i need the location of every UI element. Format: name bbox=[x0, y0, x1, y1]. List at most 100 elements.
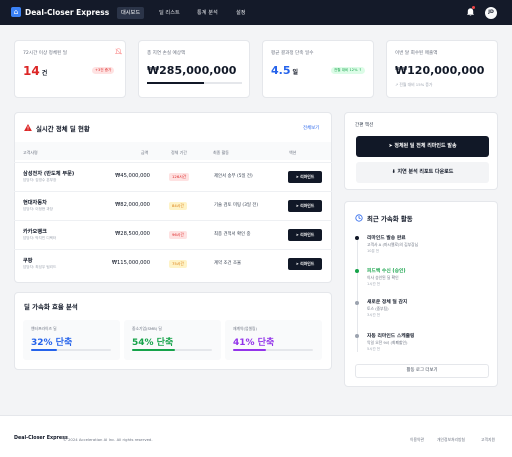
stall-badge: 96시간 bbox=[169, 231, 187, 239]
kpi-value: ₩285,000,000 bbox=[147, 64, 237, 77]
col-header-amount: 금액 bbox=[141, 150, 149, 155]
kpi-badge: 전월 대비 12% ↑ bbox=[331, 67, 365, 74]
last-activity: 계약 조건 조율 bbox=[214, 261, 242, 266]
footer-link-support[interactable]: 고객지원 bbox=[481, 437, 495, 443]
footer-link-terms[interactable]: 이용약관 bbox=[410, 437, 424, 443]
kpi-label: 평균 결과정 단축 일수 bbox=[271, 51, 314, 56]
table-row: 삼성전자 (반도체 부문) 담당자: 김영수 본부장 ₩45,000,000 1… bbox=[14, 162, 332, 190]
efficiency-value: 54% 단축 bbox=[132, 338, 174, 348]
activity-item-desc: 이사 승인된 딜 확인 bbox=[367, 275, 399, 280]
activity-item-time: 3시간 전 bbox=[367, 313, 380, 317]
warning-icon bbox=[24, 124, 32, 131]
activity-more-button[interactable]: 활동 로그 더보기 bbox=[355, 364, 489, 378]
table-row: 카카오뱅크 담당자: 박지민 디렉터 ₩28,500,000 96시간 최종 견… bbox=[14, 220, 332, 248]
kpi-card-stalled: 72시간 이상 정체된 딜 14 건 +3건 증가 bbox=[14, 40, 126, 98]
customer-contact: 담당자: 최성우 팀리드 bbox=[23, 265, 57, 269]
remind-button[interactable]: ➤ 리마인드 bbox=[288, 229, 322, 241]
activity-title: 최근 가속화 활동 bbox=[367, 215, 413, 223]
top-nav: ⌂ Deal-Closer Express 대시보드 딜 리스트 통계 분석 설… bbox=[0, 0, 512, 25]
tab-analytics[interactable]: 통계 분석 bbox=[193, 7, 222, 19]
efficiency-track bbox=[132, 349, 212, 351]
customer-name: 카카오뱅크 bbox=[23, 229, 47, 235]
table-row: 현대자동차 담당자: 이정현 과장 ₩82,000,000 84시간 기술 검토… bbox=[14, 191, 332, 219]
col-header-stall: 정체 기간 bbox=[171, 150, 187, 155]
kpi-trend: ↗ 전월 대비 15% 증가 bbox=[395, 82, 433, 87]
efficiency-track bbox=[233, 349, 313, 351]
remind-button[interactable]: ➤ 리마인드 bbox=[288, 200, 322, 212]
kpi-progress-fill bbox=[147, 82, 204, 84]
stall-badge: 75시간 bbox=[169, 260, 187, 268]
recent-activity-card: 최근 가속화 활동 bbox=[344, 201, 498, 387]
kpi-card-days: 평균 결과정 단축 일수 4.5 일 전월 대비 12% ↑ bbox=[262, 40, 374, 98]
customer-name: 삼성전자 (반도체 부문) bbox=[23, 171, 75, 177]
tab-settings[interactable]: 설정 bbox=[232, 7, 250, 19]
quick-actions-title: 간편 액션 bbox=[355, 123, 374, 128]
bell-off-icon bbox=[115, 48, 122, 55]
efficiency-value: 32% 단축 bbox=[31, 338, 73, 348]
footer-brand: Deal-Closer Express bbox=[14, 436, 68, 441]
notification-dot bbox=[472, 6, 475, 9]
footer-link-privacy[interactable]: 개인정보처리방침 bbox=[437, 437, 465, 443]
activity-item-title: 리마인드 발송 완료 bbox=[367, 236, 406, 241]
avatar[interactable]: JD bbox=[485, 7, 497, 19]
last-activity: 제안서 송부 (5일 전) bbox=[214, 174, 253, 179]
customer-name: 현대자동차 bbox=[23, 200, 47, 206]
efficiency-value: 41% 단축 bbox=[233, 338, 275, 348]
deal-amount: ₩82,000,000 bbox=[115, 202, 150, 208]
kpi-value: 4.5 일 bbox=[271, 64, 299, 77]
remind-button[interactable]: ➤ 리마인드 bbox=[288, 258, 322, 270]
customer-contact: 담당자: 박지민 디렉터 bbox=[23, 236, 57, 240]
customer-name: 쿠팡 bbox=[23, 258, 33, 264]
efficiency-item: 엔터프라이즈 딜 32% 단축 bbox=[23, 320, 120, 360]
tab-deal-list[interactable]: 딜 리스트 bbox=[155, 7, 184, 19]
activity-item-title: 피드백 수신 (승인) bbox=[367, 269, 406, 274]
kpi-value: 14 건 bbox=[23, 64, 48, 78]
kpi-card-loss: 총 지연 손실 예상액 ₩285,000,000 bbox=[138, 40, 250, 98]
efficiency-fill bbox=[31, 349, 57, 351]
deal-amount: ₩28,500,000 bbox=[115, 231, 150, 237]
activity-item-desc: 토스 (중부팀) bbox=[367, 306, 389, 311]
download-report-button[interactable]: ⬇ 지연 분석 리포트 다운로드 bbox=[356, 162, 489, 183]
efficiency-fill bbox=[233, 349, 266, 351]
history-icon bbox=[355, 214, 363, 222]
deal-amount: ₩115,000,000 bbox=[111, 260, 150, 266]
activity-item-desc: 익일 오전 9시 (화폐할인) bbox=[367, 340, 408, 345]
efficiency-item: 재계약(업셀링) 41% 단축 bbox=[225, 320, 322, 360]
col-header-customer: 고객사명 bbox=[23, 150, 38, 155]
activity-item-time: 10분 전 bbox=[367, 249, 380, 253]
efficiency-track bbox=[31, 349, 111, 351]
deal-amount: ₩45,000,000 bbox=[115, 173, 150, 179]
tab-dashboard[interactable]: 대시보드 bbox=[117, 7, 145, 19]
kpi-label: 총 지연 손실 예상액 bbox=[147, 51, 186, 56]
footer: Deal-Closer Express © 2024 Acceleration … bbox=[0, 415, 512, 457]
timeline-dot bbox=[355, 301, 359, 305]
kpi-badge: +3건 증가 bbox=[92, 67, 115, 74]
timeline-dot bbox=[355, 236, 359, 240]
col-header-activity: 최종 활동 bbox=[213, 150, 229, 155]
col-header-action: 액션 bbox=[289, 150, 297, 155]
timeline-dot bbox=[355, 334, 359, 338]
kpi-label: 이번 달 회수된 매출액 bbox=[395, 51, 438, 56]
last-activity: 최종 견적서 확인 중 bbox=[214, 232, 251, 237]
logo-icon: ⌂ bbox=[11, 7, 21, 17]
stall-badge: 126시간 bbox=[169, 173, 190, 181]
efficiency-item: 중소기업(SMB) 딜 54% 단축 bbox=[124, 320, 221, 360]
activity-item-time: 1시간 전 bbox=[367, 282, 380, 286]
last-activity: 기술 검토 미팅 (3일 전) bbox=[214, 203, 259, 208]
customer-contact: 담당자: 김영수 본부장 bbox=[23, 178, 57, 182]
efficiency-title: 딜 가속화 효율 분석 bbox=[24, 303, 78, 311]
activity-item-title: 새로운 정체 딜 감지 bbox=[367, 300, 408, 305]
stall-badge: 84시간 bbox=[169, 202, 187, 210]
bulk-remind-button[interactable]: ➤ 정체된 딜 전체 리마인드 발송 bbox=[356, 136, 489, 157]
efficiency-label: 재계약(업셀링) bbox=[233, 326, 257, 331]
efficiency-label: 엔터프라이즈 딜 bbox=[31, 326, 57, 331]
kpi-value: ₩120,000,000 bbox=[395, 64, 485, 77]
stalled-title: 실시간 정체 딜 현황 bbox=[36, 125, 90, 133]
remind-button[interactable]: ➤ 리마인드 bbox=[288, 171, 322, 183]
efficiency-label: 중소기업(SMB) 딜 bbox=[132, 326, 162, 331]
app-name: Deal-Closer Express bbox=[25, 8, 110, 17]
customer-contact: 담당자: 이정현 과장 bbox=[23, 207, 53, 211]
efficiency-fill bbox=[132, 349, 176, 351]
view-all-link[interactable]: 전체보기 bbox=[303, 125, 319, 131]
table-row: 쿠팡 담당자: 최성우 팀리드 ₩115,000,000 75시간 계약 조건 … bbox=[14, 249, 332, 277]
